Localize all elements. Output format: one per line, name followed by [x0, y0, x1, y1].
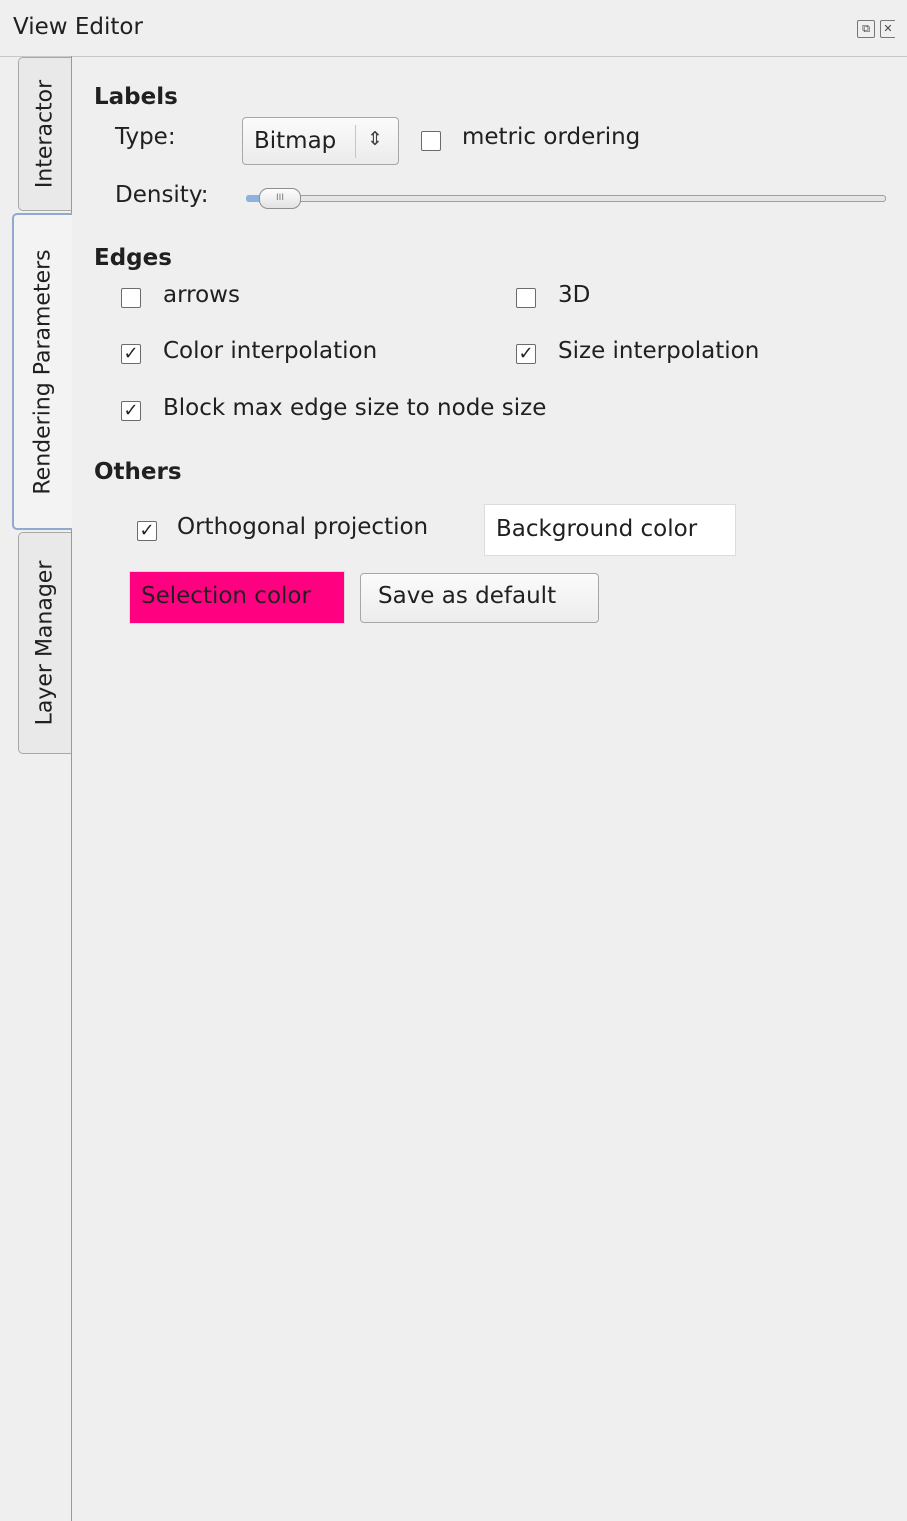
edges-heading: Edges	[94, 245, 172, 271]
tab-interactor-label: Interactor	[32, 79, 58, 189]
3d-checkbox[interactable]	[516, 288, 536, 308]
tab-interactor[interactable]: Interactor	[18, 57, 71, 211]
type-label: Type:	[115, 124, 176, 150]
metric-ordering-label: metric ordering	[462, 124, 641, 150]
type-combobox[interactable]: Bitmap ⇕	[242, 117, 399, 165]
title-bar: View Editor ⧉ ✕	[0, 0, 907, 57]
3d-label: 3D	[558, 282, 591, 308]
orthogonal-projection-label: Orthogonal projection	[177, 514, 429, 540]
window-title: View Editor	[13, 14, 143, 40]
tab-layer-label: Layer Manager	[32, 560, 58, 726]
arrows-label: arrows	[163, 282, 240, 308]
density-label: Density:	[115, 182, 209, 208]
checkmark-icon: ✓	[123, 343, 139, 364]
tab-rendering-label: Rendering Parameters	[30, 248, 56, 495]
save-as-default-button[interactable]: Save as default	[360, 573, 599, 623]
orthogonal-projection-checkbox[interactable]: ✓	[137, 521, 157, 541]
others-heading: Others	[94, 459, 182, 485]
size-interpolation-checkbox[interactable]: ✓	[516, 344, 536, 364]
metric-ordering-checkbox[interactable]	[421, 131, 441, 151]
close-icon[interactable]: ✕	[880, 20, 895, 38]
size-interpolation-label: Size interpolation	[558, 338, 760, 364]
block-max-edge-label: Block max edge size to node size	[163, 395, 547, 421]
checkmark-icon: ✓	[139, 520, 155, 541]
labels-heading: Labels	[94, 84, 178, 110]
color-interpolation-checkbox[interactable]: ✓	[121, 344, 141, 364]
tab-layer-manager[interactable]: Layer Manager	[18, 532, 71, 754]
float-icon[interactable]: ⧉	[857, 20, 875, 38]
arrows-checkbox[interactable]	[121, 288, 141, 308]
selection-color-button[interactable]: Selection color	[129, 571, 345, 624]
updown-chevron-icon: ⇕	[367, 128, 383, 150]
combo-separator	[355, 125, 356, 158]
type-value: Bitmap	[254, 128, 337, 154]
background-color-button[interactable]: Background color	[484, 504, 736, 556]
density-slider-groove[interactable]	[246, 195, 886, 202]
checkmark-icon: ✓	[518, 343, 534, 364]
checkmark-icon: ✓	[123, 400, 139, 421]
tab-rendering-parameters[interactable]: Rendering Parameters	[12, 213, 72, 530]
color-interpolation-label: Color interpolation	[163, 338, 378, 364]
density-slider-handle[interactable]: III	[259, 188, 301, 209]
block-max-edge-checkbox[interactable]: ✓	[121, 401, 141, 421]
